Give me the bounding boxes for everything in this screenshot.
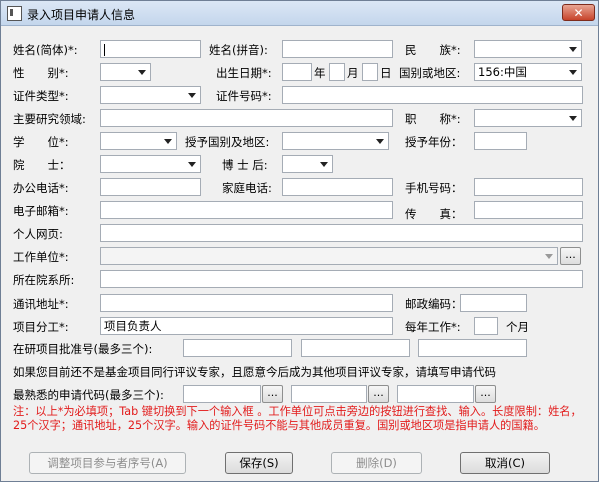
degree-country-label: 授予国别及地区:	[185, 135, 270, 149]
gender-select[interactable]	[100, 63, 151, 81]
mobile-input[interactable]	[474, 178, 583, 196]
postdoc-select[interactable]	[282, 155, 333, 173]
degree-country-select[interactable]	[282, 132, 389, 150]
email-input[interactable]	[100, 201, 393, 219]
work-months-input[interactable]	[474, 317, 498, 335]
office-phone-label: 办公电话*:	[13, 181, 69, 195]
employer-label: 工作单位*:	[13, 250, 69, 264]
home-phone-label: 家庭电话:	[222, 181, 272, 195]
postcode-input[interactable]	[460, 294, 527, 312]
division-label: 项目分工*:	[13, 320, 69, 334]
address-label: 通讯地址*:	[13, 297, 69, 311]
postdoc-label: 博 士 后:	[222, 158, 268, 172]
birth-day-input[interactable]	[362, 63, 378, 81]
chevron-down-icon	[541, 248, 557, 264]
chevron-down-icon	[160, 133, 176, 149]
months-label: 个月	[506, 320, 529, 334]
code-1-input[interactable]	[183, 385, 261, 403]
degree-select[interactable]	[100, 132, 177, 150]
birth-month-input[interactable]	[329, 63, 345, 81]
division-input[interactable]: 项目负责人	[100, 317, 393, 335]
fax-input[interactable]	[474, 201, 583, 219]
home-phone-input[interactable]	[282, 178, 393, 196]
postcode-label: 邮政编码：	[405, 297, 463, 311]
chevron-down-icon	[565, 110, 581, 126]
homepage-label: 个人网页:	[13, 227, 63, 241]
chevron-down-icon	[184, 156, 200, 172]
text-cursor	[104, 43, 105, 56]
year-label: 年	[314, 66, 326, 80]
chevron-down-icon	[372, 133, 388, 149]
research-label: 主要研究领域:	[13, 112, 86, 126]
employer-select[interactable]	[100, 247, 558, 265]
name-cn-label: 姓名(简体)*:	[13, 43, 78, 57]
homepage-input[interactable]	[100, 224, 583, 242]
office-phone-input[interactable]	[100, 178, 201, 196]
country-label: 国别或地区:	[399, 66, 461, 80]
title-label: 职 称*:	[405, 112, 461, 126]
nation-label: 民 族*:	[405, 43, 461, 57]
degree-year-label: 授予年份：	[405, 135, 463, 149]
approved-no-2-input[interactable]	[301, 339, 410, 357]
id-type-label: 证件类型*:	[13, 89, 69, 103]
codes-label: 最熟悉的申请代码(最多三个):	[13, 388, 164, 402]
app-icon	[7, 6, 22, 21]
birth-label: 出生日期*:	[216, 66, 272, 80]
code-2-input[interactable]	[291, 385, 367, 403]
department-label: 所在院系所:	[13, 273, 75, 287]
chevron-down-icon	[316, 156, 332, 172]
delete-button[interactable]: 删除(D)	[331, 452, 422, 474]
dialog-window: 录入项目申请人信息 ✕ 姓名(简体)*: 姓名(拼音): 民 族*: 性 别*:…	[0, 0, 599, 482]
save-button[interactable]: 保存(S)	[225, 452, 293, 474]
day-label: 日	[380, 66, 392, 80]
nation-select[interactable]	[474, 40, 582, 58]
name-py-label: 姓名(拼音):	[209, 43, 268, 57]
window-title: 录入项目申请人信息	[27, 8, 136, 22]
chevron-down-icon	[565, 64, 581, 80]
code-3-input[interactable]	[397, 385, 474, 403]
gender-label: 性 别*:	[13, 66, 69, 80]
fax-label: 传 真：	[405, 207, 463, 221]
academician-label: 院 士：	[13, 158, 71, 172]
name-py-input[interactable]	[282, 40, 393, 58]
id-no-input[interactable]	[282, 86, 583, 104]
country-select[interactable]: 156:中国	[474, 63, 582, 81]
code-3-lookup-button[interactable]: ...	[475, 385, 496, 403]
address-input[interactable]	[100, 294, 393, 312]
close-button[interactable]: ✕	[562, 4, 595, 21]
reviewer-notice: 如果您目前还不是基金项目同行评议专家，且愿意今后成为其他项目评议专家，请填写申请…	[13, 365, 496, 379]
title-bar[interactable]: 录入项目申请人信息 ✕	[1, 1, 598, 26]
birth-year-input[interactable]	[282, 63, 312, 81]
department-input[interactable]	[100, 270, 583, 288]
approved-label: 在研项目批准号(最多三个):	[13, 342, 153, 356]
code-2-lookup-button[interactable]: ...	[368, 385, 389, 403]
country-value: 156:中国	[478, 65, 527, 79]
work-per-year-label: 每年工作*:	[405, 320, 461, 334]
code-1-lookup-button[interactable]: ...	[262, 385, 283, 403]
academician-select[interactable]	[100, 155, 201, 173]
name-cn-input[interactable]	[100, 40, 201, 58]
chevron-down-icon	[134, 64, 150, 80]
id-no-label: 证件号码*:	[216, 89, 272, 103]
degree-year-input[interactable]	[474, 132, 527, 150]
approved-no-1-input[interactable]	[183, 339, 292, 357]
email-label: 电子邮箱*:	[13, 204, 69, 218]
month-label: 月	[347, 66, 359, 80]
title-select[interactable]	[474, 109, 582, 127]
division-value: 项目负责人	[104, 319, 162, 333]
approved-no-3-input[interactable]	[418, 339, 527, 357]
chevron-down-icon	[184, 87, 200, 103]
degree-label: 学 位*:	[13, 135, 69, 149]
chevron-down-icon	[565, 41, 581, 57]
employer-lookup-button[interactable]: ...	[560, 247, 581, 265]
cancel-button[interactable]: 取消(C)	[460, 452, 550, 474]
adjust-order-button[interactable]: 调整项目参与者序号(A)	[29, 452, 186, 474]
mobile-label: 手机号码：	[405, 181, 463, 195]
research-input[interactable]	[100, 109, 393, 127]
id-type-select[interactable]	[100, 86, 201, 104]
required-fields-note: 注：以上*为必填项；Tab 键切换到下一个输入框 。工作单位可点击旁边的按钮进行…	[13, 405, 582, 432]
